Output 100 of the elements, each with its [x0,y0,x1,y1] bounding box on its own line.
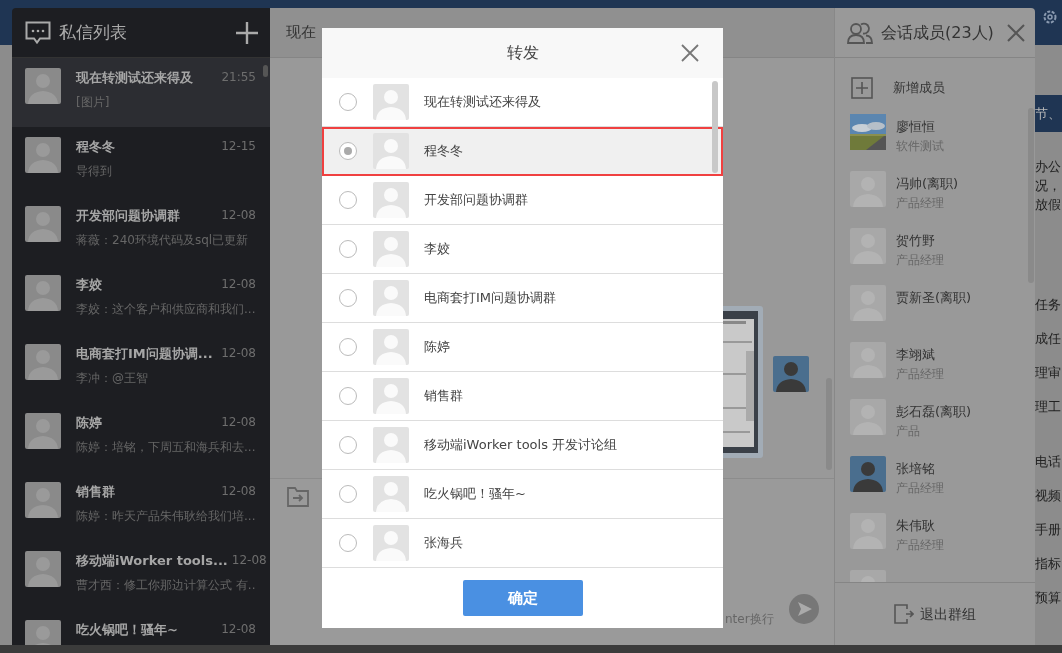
contact-row[interactable]: 销售群 [322,372,723,421]
panel-title: 会话成员(23人) [881,21,995,44]
radio-button[interactable] [339,436,357,454]
avatar-icon [850,456,886,492]
conversation-time: 21:55 [221,69,256,86]
message-icon [25,20,51,45]
leave-group-button[interactable]: 退出群组 [835,582,1035,645]
member-name: 冯帅(离职) [896,175,959,193]
avatar-icon [850,342,886,378]
member-name: 廖恒恒 [896,118,936,136]
members-icon [847,21,873,44]
avatar-icon [850,513,886,549]
text-fragment: 成任 [1035,331,1062,346]
avatar-icon [373,231,409,267]
radio-button[interactable] [339,485,357,503]
member-name: 贺竹野 [896,232,936,250]
chat-title: 现在 [286,22,316,44]
avatar-icon [373,329,409,365]
conversation-time: 12-08 [221,414,256,431]
text-fragment: 理审 [1035,365,1062,380]
conversation-name: 程冬冬 [76,138,115,156]
contact-name: 现在转测试还来得及 [424,93,541,112]
member-name: 朱伟耿 [896,517,936,535]
conversation-preview: 李姣：这个客户和供应商和我们... [76,300,256,318]
contact-row[interactable]: 开发部问题协调群 [322,176,723,225]
avatar-icon [373,427,409,463]
avatar-icon [373,476,409,512]
contact-row[interactable]: 程冬冬 [322,127,723,176]
conversation-name: 电商套打IM问题协调... [76,345,213,363]
folder-icon[interactable] [287,487,309,507]
radio-button[interactable] [339,387,357,405]
member-name: 张培铭 [896,460,936,478]
contact-name: 销售群 [424,387,463,406]
settings-icon[interactable] [1042,9,1058,25]
radio-button[interactable] [339,289,357,307]
text-fragment: 节、 [1035,95,1062,132]
radio-button[interactable] [339,338,357,356]
contact-name: 程冬冬 [424,142,463,161]
avatar-icon [373,280,409,316]
contact-row[interactable]: 吃火锅吧！骚年~ [322,470,723,519]
conversation-time: 12-08 [221,483,256,500]
conversation-preview: 蒋薇：240环境代码及sql已更新 [76,231,250,249]
scrollbar[interactable] [712,81,718,173]
text-fragment: 放假 [1035,197,1062,212]
close-button[interactable] [681,44,699,62]
text-fragment: 办公 [1035,159,1062,174]
contact-row[interactable]: 张海兵 [322,519,723,567]
text-fragment: 视频 [1035,488,1062,503]
conversation-preview: 陈婷：培铭，下周五和海兵和去... [76,438,256,456]
radio-button[interactable] [339,534,357,552]
text-fragment: 况， [1035,178,1062,193]
scrollbar[interactable] [1028,108,1034,283]
conversation-name: 开发部问题协调群 [76,207,180,225]
avatar-icon [373,378,409,414]
text-fragment: 预算 [1035,590,1062,605]
contact-name: 开发部问题协调群 [424,191,528,210]
avatar-icon [25,482,61,518]
radio-button[interactable] [339,142,357,160]
conversation-time: 12-08 [231,552,267,569]
contact-name: 电商套打IM问题协调群 [424,289,557,308]
dialog-title: 转发 [506,42,539,64]
radio-button[interactable] [339,191,357,209]
conversation-item[interactable]: 电商套打IM问题协调... 12-08 李冲：@王智 [12,334,270,403]
conversation-item[interactable]: 陈婷 12-08 陈婷：培铭，下周五和海兵和去... [12,403,270,472]
avatar-icon [25,137,61,173]
radio-button[interactable] [339,93,357,111]
member-name: 彭石磊(离职) [896,403,972,421]
contact-row[interactable]: 移动端iWorker tools 开发讨论组 [322,421,723,470]
avatar-icon [25,68,61,104]
conversation-item[interactable]: 开发部问题协调群 12-08 蒋薇：240环境代码及sql已更新 [12,196,270,265]
add-icon[interactable] [851,77,873,99]
close-icon[interactable] [1007,23,1025,42]
conversation-item[interactable]: 程冬冬 12-15 导得到 [12,127,270,196]
member-name: 李翊斌 [896,346,936,364]
text-fragment: 指标 [1035,556,1062,571]
conversation-item[interactable]: 李姣 12-08 李姣：这个客户和供应商和我们... [12,265,270,334]
conversation-item[interactable]: 销售群 12-08 陈婷：昨天产品朱伟耿给我们培... [12,472,270,541]
avatar-icon [773,356,809,392]
scrollbar[interactable] [263,65,268,77]
avatar-icon [850,285,886,321]
conversation-name: 现在转测试还来得及 [76,69,193,87]
plus-icon[interactable] [236,21,258,44]
contact-row[interactable]: 李姣 [322,225,723,274]
conversation-item[interactable]: 移动端iWorker tools... 12-08 曹才西：修工你那边计算公式 有.. [12,541,270,610]
avatar-icon [25,413,61,449]
avatar-icon [25,206,61,242]
send-button[interactable] [789,594,819,624]
add-member-label[interactable]: 新增成员 [893,78,945,98]
contact-name: 陈婷 [424,338,450,357]
conversation-name: 移动端iWorker tools... [76,552,228,570]
conversation-name: 陈婷 [76,414,102,432]
conversation-time: 12-08 [221,276,256,293]
conversation-name: 吃火锅吧！骚年~ [76,621,178,639]
member-name: 贾新圣(离职) [896,289,972,307]
radio-button[interactable] [339,240,357,258]
contact-row[interactable]: 陈婷 [322,323,723,372]
conversation-name: 销售群 [76,483,115,501]
avatar-icon [25,344,61,380]
conversation-item[interactable]: 吃火锅吧！骚年~ 12-08 [12,610,270,645]
contact-row[interactable]: 电商套打IM问题协调群 [322,274,723,323]
